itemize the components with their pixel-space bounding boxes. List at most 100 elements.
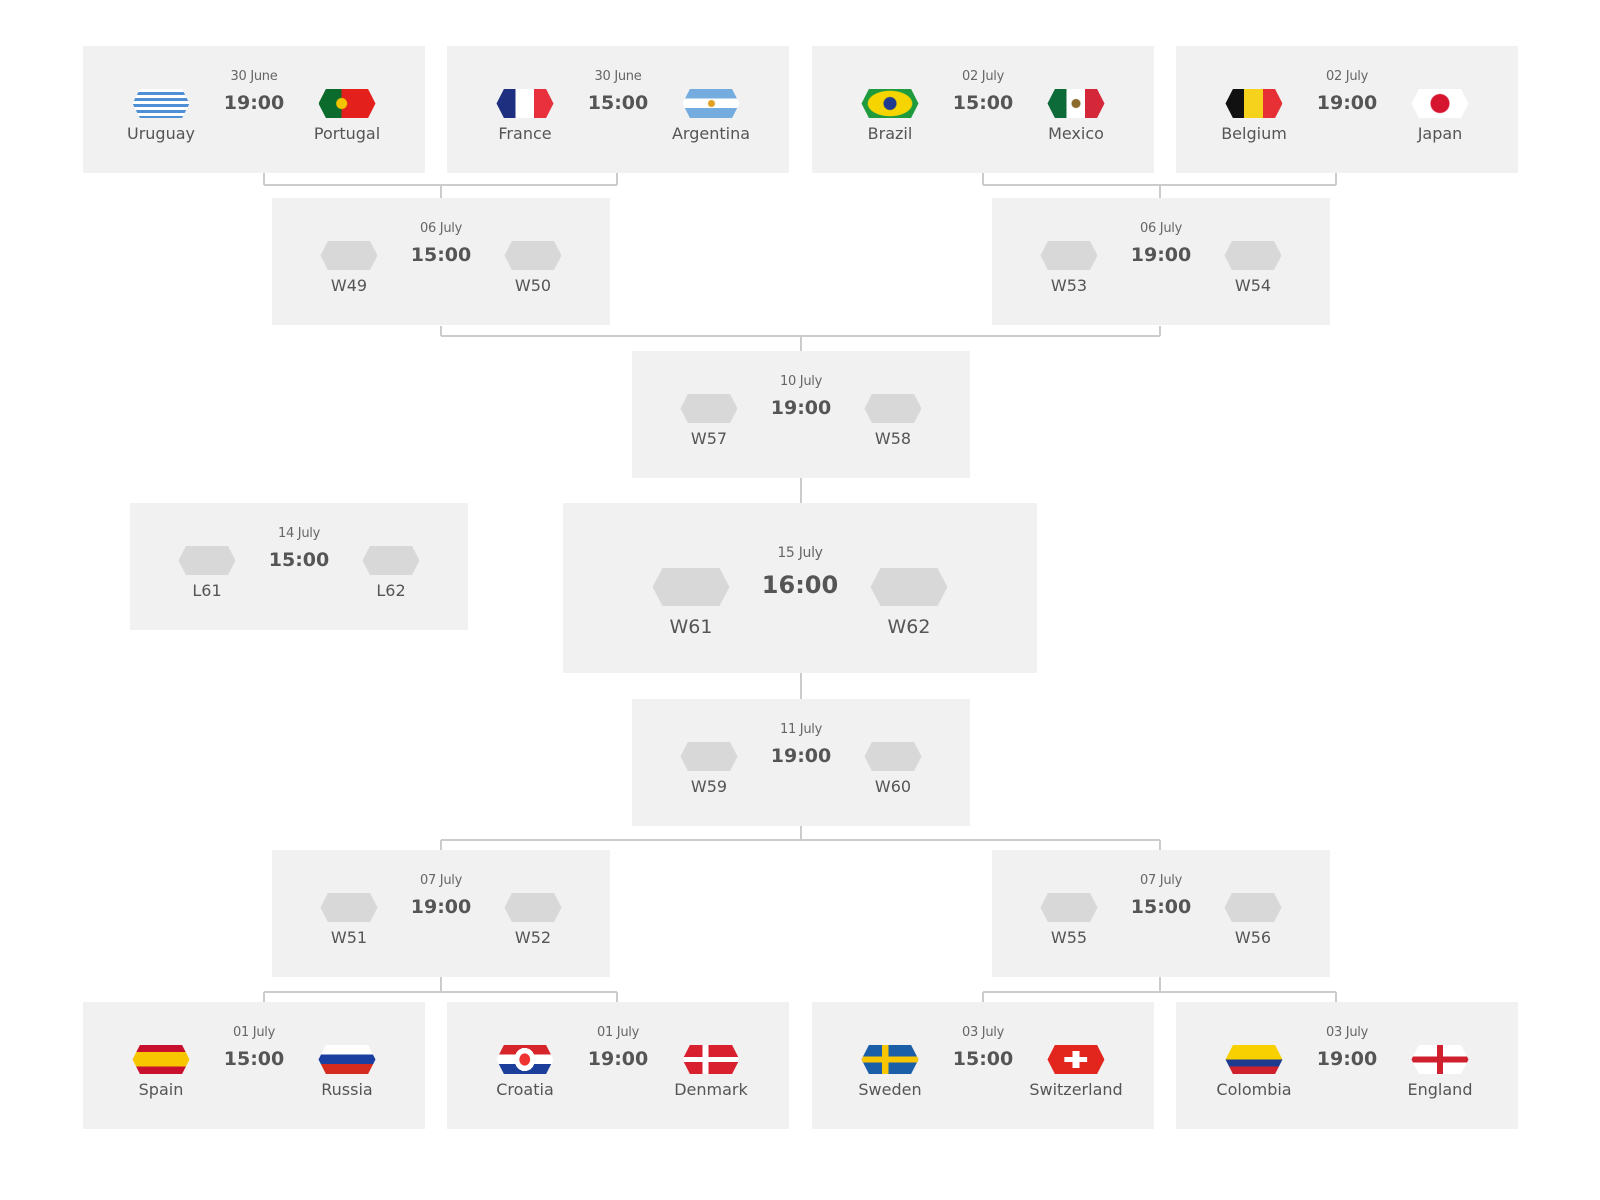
placeholder-flag-icon	[320, 893, 378, 922]
japan-flag-icon	[1411, 89, 1469, 118]
match-date: 06 July	[1140, 221, 1182, 236]
connector-qf-top	[440, 326, 1161, 351]
match-card-qf-1[interactable]: 06 July 15:00 W49 W50	[272, 198, 610, 325]
team-home[interactable]: Brazil	[861, 89, 919, 143]
team-name: L61	[192, 581, 222, 600]
team-name: Mexico	[1048, 124, 1104, 143]
team-home[interactable]: W53	[1040, 241, 1098, 295]
match-date: 01 July	[597, 1025, 639, 1040]
team-name: Japan	[1417, 124, 1463, 143]
team-name: England	[1407, 1080, 1473, 1099]
team-name: W55	[1050, 928, 1088, 947]
match-card-r16-6[interactable]: 01 July 19:00 Croatia Denmark	[447, 1002, 789, 1129]
team-home[interactable]: Spain	[132, 1045, 190, 1099]
switzerland-flag-icon	[1047, 1045, 1105, 1074]
team-away[interactable]: Portugal	[314, 89, 380, 143]
team-home[interactable]: Sweden	[858, 1045, 922, 1099]
match-card-r16-3[interactable]: 02 July 15:00 Brazil Mexico	[812, 46, 1154, 173]
match-date: 02 July	[1326, 69, 1368, 84]
placeholder-flag-icon	[1224, 893, 1282, 922]
match-card-final[interactable]: 15 July 16:00 W61 W62	[563, 503, 1037, 673]
match-card-qf-2[interactable]: 06 July 19:00 W53 W54	[992, 198, 1330, 325]
placeholder-flag-icon	[652, 568, 730, 606]
match-card-third[interactable]: 14 July 15:00 L61 L62	[130, 503, 468, 630]
team-away[interactable]: W50	[504, 241, 562, 295]
team-name: Sweden	[858, 1080, 922, 1099]
team-away[interactable]: Russia	[318, 1045, 376, 1099]
placeholder-flag-icon	[1224, 241, 1282, 270]
team-name: Brazil	[867, 124, 913, 143]
team-home[interactable]: W55	[1040, 893, 1098, 947]
team-away[interactable]: W62	[870, 568, 948, 638]
team-name: Argentina	[671, 124, 751, 143]
argentina-flag-icon	[682, 89, 740, 118]
team-name: Belgium	[1221, 124, 1287, 143]
team-home[interactable]: W57	[680, 394, 738, 448]
match-date: 03 July	[962, 1025, 1004, 1040]
match-date: 10 July	[780, 374, 822, 389]
match-date: 01 July	[233, 1025, 275, 1040]
placeholder-flag-icon	[362, 546, 420, 575]
match-card-sf-1[interactable]: 10 July 19:00 W57 W58	[632, 351, 970, 478]
team-home[interactable]: W59	[680, 742, 738, 796]
match-date: 30 June	[230, 69, 278, 84]
match-card-r16-2[interactable]: 30 June 15:00 France Argentina	[447, 46, 789, 173]
team-away[interactable]: W54	[1224, 241, 1282, 295]
team-home[interactable]: Croatia	[496, 1045, 554, 1099]
match-date: 14 July	[278, 526, 320, 541]
match-card-sf-2[interactable]: 11 July 19:00 W59 W60	[632, 699, 970, 826]
team-away[interactable]: Switzerland	[1029, 1045, 1123, 1099]
team-home[interactable]: France	[496, 89, 554, 143]
team-name: Russia	[321, 1080, 373, 1099]
team-away[interactable]: W60	[864, 742, 922, 796]
kickoff-time: 16:00	[761, 571, 839, 599]
match-card-r16-1[interactable]: 30 June 19:00 Uruguay Portugal	[83, 46, 425, 173]
team-home[interactable]: L61	[178, 546, 236, 600]
placeholder-flag-icon	[680, 742, 738, 771]
team-away[interactable]: W56	[1224, 893, 1282, 947]
connector-r16-top-left	[263, 173, 618, 198]
denmark-flag-icon	[682, 1045, 740, 1074]
belgium-flag-icon	[1225, 89, 1283, 118]
team-away[interactable]: Denmark	[674, 1045, 748, 1099]
uruguay-flag-icon	[132, 89, 190, 118]
team-name: Spain	[138, 1080, 184, 1099]
match-card-r16-4[interactable]: 02 July 19:00 Belgium Japan	[1176, 46, 1518, 173]
spain-flag-icon	[132, 1045, 190, 1074]
team-name: W60	[874, 777, 912, 796]
connector-r16-top-right	[982, 173, 1337, 198]
match-date: 07 July	[420, 873, 462, 888]
team-home[interactable]: W51	[320, 893, 378, 947]
team-away[interactable]: Japan	[1411, 89, 1469, 143]
team-home[interactable]: Colombia	[1216, 1045, 1292, 1099]
team-name: W51	[330, 928, 368, 947]
placeholder-flag-icon	[864, 394, 922, 423]
team-away[interactable]: England	[1407, 1045, 1473, 1099]
team-away[interactable]: Mexico	[1047, 89, 1105, 143]
team-home[interactable]: W49	[320, 241, 378, 295]
mexico-flag-icon	[1047, 89, 1105, 118]
match-card-r16-8[interactable]: 03 July 19:00 Colombia England	[1176, 1002, 1518, 1129]
placeholder-flag-icon	[1040, 893, 1098, 922]
match-card-r16-7[interactable]: 03 July 15:00 Sweden Switzerland	[812, 1002, 1154, 1129]
team-home[interactable]: Belgium	[1221, 89, 1287, 143]
connector-r16-bottom-left	[263, 977, 618, 1002]
team-home[interactable]: Uruguay	[127, 89, 195, 143]
portugal-flag-icon	[318, 89, 376, 118]
match-date: 02 July	[962, 69, 1004, 84]
team-away[interactable]: W58	[864, 394, 922, 448]
team-away[interactable]: Argentina	[672, 89, 750, 143]
match-card-qf-4[interactable]: 07 July 15:00 W55 W56	[992, 850, 1330, 977]
team-away[interactable]: L62	[362, 546, 420, 600]
team-name: W52	[514, 928, 552, 947]
team-away[interactable]: W52	[504, 893, 562, 947]
team-name: W59	[690, 777, 728, 796]
placeholder-flag-icon	[504, 241, 562, 270]
match-card-qf-3[interactable]: 07 July 19:00 W51 W52	[272, 850, 610, 977]
team-home[interactable]: W61	[652, 568, 730, 638]
match-date: 11 July	[780, 722, 822, 737]
team-name: Denmark	[674, 1080, 748, 1099]
match-card-r16-5[interactable]: 01 July 15:00 Spain Russia	[83, 1002, 425, 1129]
team-name: Uruguay	[127, 124, 195, 143]
team-name: W62	[887, 616, 931, 638]
